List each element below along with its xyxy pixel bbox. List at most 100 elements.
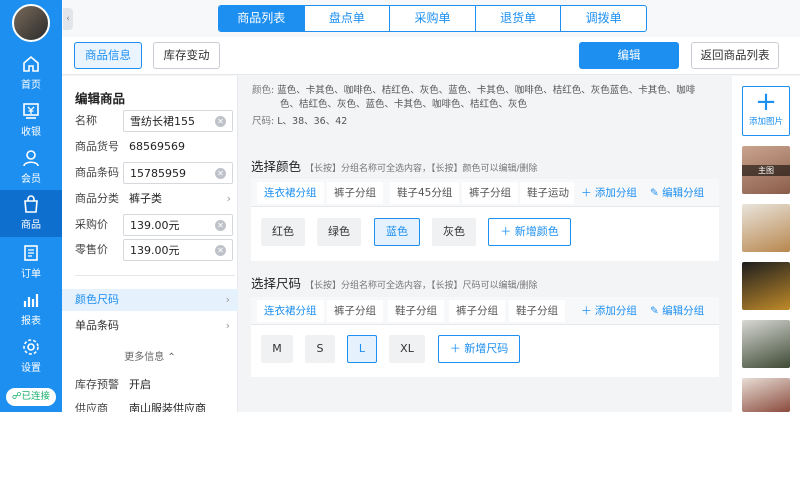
color-group-tab[interactable]: 鞋子45分组 <box>390 182 460 204</box>
name-row: 名称 雪纺长裙155 ✕ <box>75 110 235 132</box>
nav-label: 设置 <box>21 363 41 374</box>
clear-icon[interactable]: ✕ <box>215 116 226 127</box>
nav-label: 收银 <box>21 127 41 138</box>
edit-button[interactable]: 编辑 <box>579 42 679 69</box>
stock-alert-label: 库存预警 <box>75 378 119 391</box>
retail-price-input[interactable]: 139.00元 ✕ <box>123 239 233 261</box>
clear-icon[interactable]: ✕ <box>215 220 226 231</box>
size-option[interactable]: XL <box>389 335 425 363</box>
chevron-right-icon: › <box>225 319 230 332</box>
category-value: 裤子类 <box>129 192 162 205</box>
connection-status-badge: ☍已连接 <box>6 388 56 406</box>
name-label: 名称 <box>75 114 97 127</box>
order-icon <box>24 245 38 261</box>
stock-alert-value: 开启 <box>129 378 151 391</box>
color-card: 连衣裙分组 裤子分组 鞋子45分组 裤子分组 鞋子运动 ＋ 添加分组 ✎ 编辑分… <box>251 179 719 261</box>
collapse-nav-button[interactable]: ‹ <box>63 8 73 30</box>
color-summary-line2: 色、桔红色、灰色、蓝色、卡其色、咖啡色、桔红色、灰色 <box>280 99 528 110</box>
add-color-group-button[interactable]: ＋ 添加分组 <box>581 182 637 204</box>
main-nav: 首页 收银 会员 商品 订单 报表 设置 ☍已连接 <box>0 0 62 412</box>
nav-label: 订单 <box>21 269 41 280</box>
nav-item-goods[interactable]: 商品 <box>0 190 62 237</box>
nav-label: 商品 <box>21 220 41 231</box>
color-option[interactable]: 绿色 <box>317 218 361 246</box>
category-row[interactable]: 商品分类 裤子类 › <box>75 188 235 210</box>
action-bar: 商品信息 库存变动 编辑 返回商品列表 <box>62 37 800 75</box>
clear-icon[interactable]: ✕ <box>215 245 226 256</box>
selection-summary: 颜色: 蓝色、卡其色、咖啡色、桔红色、灰色、蓝色、卡其色、咖啡色、桔红色、灰色蓝… <box>252 84 722 129</box>
tab-purchase[interactable]: 采购单 <box>389 6 475 31</box>
add-size-group-button[interactable]: ＋ 添加分组 <box>581 300 637 322</box>
product-image-main[interactable]: 主图 <box>742 146 790 194</box>
tab-return[interactable]: 退货单 <box>474 6 561 31</box>
size-group-tab[interactable]: 连衣裙分组 <box>257 300 324 322</box>
tab-goods-info[interactable]: 商品信息 <box>74 42 142 69</box>
retail-price-label: 零售价 <box>75 243 108 256</box>
tab-goods-list[interactable]: 商品列表 <box>219 6 304 31</box>
product-image[interactable] <box>742 320 790 368</box>
size-group-tab[interactable]: 裤子分组 <box>449 300 505 322</box>
size-group-tab[interactable]: 裤子分组 <box>327 300 383 322</box>
color-option-selected[interactable]: 蓝色 <box>374 218 420 246</box>
size-group-tabs: 连衣裙分组 裤子分组 鞋子分组 裤子分组 鞋子分组 ＋ 添加分组 ✎ 编辑分组 <box>251 297 719 325</box>
more-info-toggle[interactable]: 更多信息 ⌃ <box>62 348 238 363</box>
color-size-link[interactable]: 颜色尺码 › <box>62 289 238 311</box>
nav-item-settings[interactable]: 设置 <box>0 333 62 379</box>
name-input[interactable]: 雪纺长裙155 ✕ <box>123 110 233 132</box>
report-icon <box>23 294 39 307</box>
tab-transfer[interactable]: 调拨单 <box>560 6 646 31</box>
goods-bag-icon <box>24 195 38 213</box>
size-option[interactable]: S <box>305 335 335 363</box>
color-group-tab[interactable]: 鞋子运动 <box>520 182 574 204</box>
edit-icon: ✎ <box>650 187 659 199</box>
barcode-row: 商品条码 15785959 ✕ <box>75 162 235 184</box>
nav-item-order[interactable]: 订单 <box>0 239 62 285</box>
color-summary-key: 颜色: <box>252 85 275 96</box>
main-image-label: 主图 <box>742 165 790 176</box>
add-size-button[interactable]: ＋ 新增尺码 <box>438 335 520 363</box>
purchase-price-row: 采购价 139.00元 ✕ <box>75 214 235 236</box>
add-color-button[interactable]: ＋ 新增颜色 <box>488 218 571 246</box>
purchase-price-input[interactable]: 139.00元 ✕ <box>123 214 233 236</box>
add-image-button[interactable]: + 添加图片 <box>742 86 790 136</box>
nav-label: 首页 <box>21 80 41 91</box>
cashier-icon <box>23 103 39 119</box>
sku-label: 商品货号 <box>75 140 119 153</box>
size-card: 连衣裙分组 裤子分组 鞋子分组 裤子分组 鞋子分组 ＋ 添加分组 ✎ 编辑分组 … <box>251 297 719 377</box>
edit-color-group-button[interactable]: ✎ 编辑分组 <box>650 182 704 204</box>
avatar[interactable] <box>12 4 50 42</box>
color-option[interactable]: 灰色 <box>432 218 476 246</box>
color-group-tab[interactable]: 裤子分组 <box>327 182 383 204</box>
retail-price-row: 零售价 139.00元 ✕ <box>75 239 235 261</box>
chevron-right-icon: › <box>226 192 231 205</box>
edit-size-group-button[interactable]: ✎ 编辑分组 <box>650 300 704 322</box>
color-group-tab[interactable]: 连衣裙分组 <box>257 182 324 204</box>
nav-item-home[interactable]: 首页 <box>0 50 62 96</box>
module-tabs: 商品列表 盘点单 采购单 退货单 调拨单 <box>218 5 647 32</box>
panel-title: 编辑商品 <box>75 91 126 106</box>
nav-item-member[interactable]: 会员 <box>0 144 62 190</box>
product-image[interactable] <box>742 204 790 252</box>
size-group-tab[interactable]: 鞋子分组 <box>509 300 565 322</box>
barcode-input[interactable]: 15785959 ✕ <box>123 162 233 184</box>
product-image[interactable] <box>742 378 790 412</box>
sku-row: 商品货号 68569569 <box>75 136 235 158</box>
nav-item-report[interactable]: 报表 <box>0 286 62 332</box>
tab-stock-change[interactable]: 库存变动 <box>153 42 220 69</box>
item-barcode-link[interactable]: 单品条码 › <box>62 315 238 337</box>
plus-icon: ＋ <box>449 342 461 355</box>
size-option-selected[interactable]: L <box>347 335 377 363</box>
supplier-row: 供应商 南山服装供应商 <box>75 398 235 412</box>
color-group-tab[interactable]: 裤子分组 <box>462 182 518 204</box>
back-to-list-button[interactable]: 返回商品列表 <box>691 42 779 69</box>
tab-stocktake[interactable]: 盘点单 <box>303 6 390 31</box>
nav-label: 会员 <box>21 174 41 185</box>
home-icon <box>23 55 39 72</box>
category-label: 商品分类 <box>75 192 119 205</box>
product-image[interactable] <box>742 262 790 310</box>
nav-item-cashier[interactable]: 收银 <box>0 97 62 143</box>
size-option[interactable]: M <box>261 335 293 363</box>
color-option[interactable]: 红色 <box>261 218 305 246</box>
clear-icon[interactable]: ✕ <box>215 168 226 179</box>
size-group-tab[interactable]: 鞋子分组 <box>388 300 444 322</box>
